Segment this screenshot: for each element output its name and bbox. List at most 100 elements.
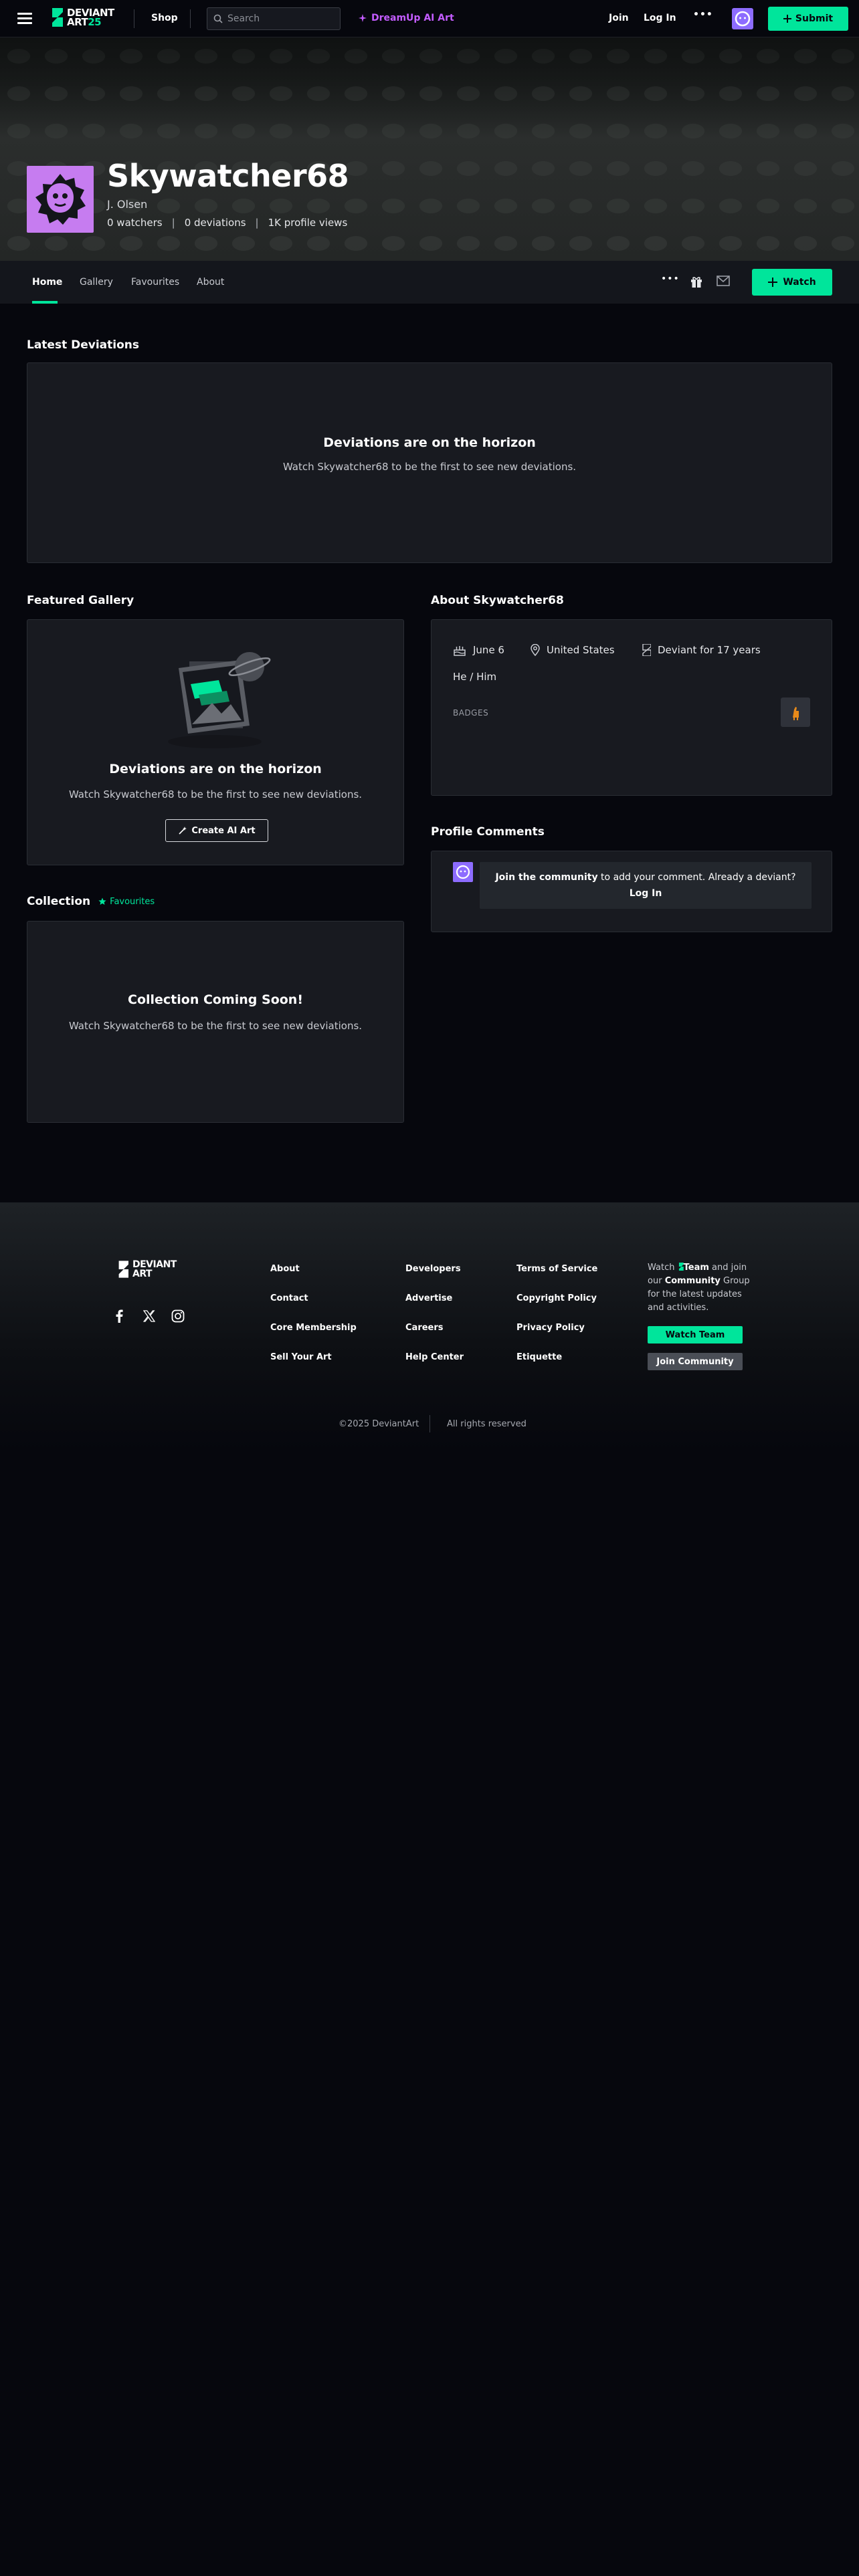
- latest-deviations-card: Deviations are on the horizon Watch Skyw…: [27, 362, 832, 563]
- join-link[interactable]: Join: [609, 13, 629, 23]
- gift-icon[interactable]: [690, 275, 703, 288]
- cake-icon: [454, 646, 466, 656]
- profile-real-name: J. Olsen: [107, 198, 148, 211]
- footer-link-core-membership[interactable]: Core Membership: [270, 1323, 357, 1333]
- logo-mark-icon: [52, 8, 63, 27]
- collection-empty-title: Collection Coming Soon!: [128, 992, 303, 1007]
- footer-link-privacy-policy[interactable]: Privacy Policy: [516, 1323, 585, 1333]
- more-menu-icon[interactable]: •••: [693, 9, 713, 20]
- collection-tag[interactable]: Favourites: [98, 897, 155, 907]
- footer-link-copyright-policy[interactable]: Copyright Policy: [516, 1293, 597, 1303]
- profile-views: 1K profile views: [268, 217, 348, 229]
- featured-gallery-card: Deviations are on the horizon Watch Skyw…: [27, 619, 404, 865]
- profile-tabs: Home Gallery Favourites About •••: [0, 261, 859, 304]
- plus-icon: [768, 278, 778, 287]
- footer-link-careers[interactable]: Careers: [405, 1323, 444, 1333]
- avatar-face-icon: [735, 11, 751, 27]
- message-icon[interactable]: [717, 276, 730, 286]
- collection-header: Collection Favourites: [27, 895, 155, 908]
- join-prompt-text: to add your comment. Already a deviant?: [597, 872, 796, 883]
- latest-empty-subtitle: Watch Skywatcher68 to be the first to se…: [282, 461, 577, 473]
- about-birthday: June 6: [453, 644, 504, 656]
- collection-tag-label: Favourites: [110, 896, 155, 907]
- location-text: United States: [547, 644, 615, 656]
- deviantart-logo-icon: [642, 644, 651, 656]
- user-avatar[interactable]: [732, 8, 753, 29]
- dreamup-label: DreamUp AI Art: [371, 13, 454, 23]
- submit-button[interactable]: Submit: [768, 7, 848, 31]
- about-location: United States: [531, 644, 615, 656]
- rights-text: All rights reserved: [447, 1419, 527, 1429]
- watch-label: Watch: [783, 277, 816, 288]
- avatar-face-icon: [456, 865, 470, 879]
- dreamup-link[interactable]: DreamUp AI Art: [358, 13, 454, 23]
- blurb-team[interactable]: Team: [684, 1263, 709, 1273]
- active-tab-indicator: [32, 301, 58, 304]
- collection-title[interactable]: Collection: [27, 895, 90, 908]
- profile-username: Skywatcher68: [107, 158, 349, 194]
- comments-login-link[interactable]: Log In: [630, 888, 662, 899]
- commenter-avatar: [453, 862, 473, 882]
- featured-empty-subtitle: Watch Skywatcher68 to be the first to se…: [68, 788, 363, 800]
- magic-wand-icon: [179, 827, 187, 835]
- featured-gallery-title[interactable]: Featured Gallery: [27, 594, 134, 607]
- badge-item[interactable]: [781, 697, 810, 727]
- watchers-count[interactable]: 0 watchers: [107, 217, 163, 229]
- sparkle-icon: [359, 13, 367, 22]
- plus-icon: [783, 15, 791, 23]
- blurb-community[interactable]: Community: [665, 1276, 721, 1286]
- logo-mark-icon: [118, 1261, 128, 1278]
- tab-gallery[interactable]: Gallery: [80, 277, 113, 288]
- footer-link-about[interactable]: About: [270, 1264, 300, 1274]
- x-twitter-icon[interactable]: [143, 1310, 155, 1322]
- deviations-count[interactable]: 0 deviations: [185, 217, 246, 229]
- footer-link-sell-your-art[interactable]: Sell Your Art: [270, 1352, 332, 1362]
- create-ai-art-button[interactable]: Create AI Art: [165, 819, 268, 842]
- footer-logo-text-art: ART: [132, 1269, 153, 1279]
- submit-label: Submit: [795, 13, 834, 24]
- tab-about[interactable]: About: [197, 277, 224, 288]
- footer-link-advertise[interactable]: Advertise: [405, 1293, 452, 1303]
- collection-card: Collection Coming Soon! Watch Skywatcher…: [27, 921, 404, 1123]
- search-icon: [213, 14, 223, 23]
- about-membership: Deviant for 17 years: [642, 644, 761, 656]
- facebook-icon[interactable]: [115, 1309, 123, 1323]
- latest-deviations-title[interactable]: Latest Deviations: [27, 338, 139, 352]
- menu-icon[interactable]: [17, 10, 32, 27]
- join-community-link[interactable]: Join the community: [495, 872, 597, 883]
- profile-more-icon[interactable]: •••: [661, 274, 680, 284]
- watch-button[interactable]: Watch: [752, 269, 832, 296]
- llama-badge-icon: [793, 707, 799, 720]
- tab-home[interactable]: Home: [32, 277, 62, 288]
- footer-link-developers[interactable]: Developers: [405, 1264, 461, 1274]
- footer-link-terms[interactable]: Terms of Service: [516, 1264, 597, 1274]
- watch-team-button[interactable]: Watch Team: [648, 1326, 743, 1344]
- footer-logo[interactable]: DEVIANT ART: [116, 1260, 177, 1279]
- top-navigation: DEVIANT ART25 Shop DreamUp AI Art Join L…: [0, 0, 859, 37]
- profile-avatar[interactable]: [27, 166, 94, 233]
- nav-divider: [190, 9, 191, 28]
- search-box[interactable]: [207, 7, 341, 30]
- footer-link-contact[interactable]: Contact: [270, 1293, 308, 1303]
- about-card: June 6 United States Deviant for 17 year…: [431, 619, 832, 796]
- logo-mark-icon: [678, 1263, 684, 1271]
- location-pin-icon: [531, 644, 540, 656]
- stat-separator: |: [255, 217, 259, 229]
- footer-logo-text-deviant: DEVIANT: [132, 1259, 177, 1270]
- footer-link-help-center[interactable]: Help Center: [405, 1352, 464, 1362]
- logo-year: 25: [88, 16, 102, 28]
- profile-comments-title: Profile Comments: [431, 825, 545, 839]
- join-community-button[interactable]: Join Community: [648, 1353, 743, 1370]
- featured-empty-title: Deviations are on the horizon: [109, 762, 322, 776]
- footer-link-etiquette[interactable]: Etiquette: [516, 1352, 562, 1362]
- tab-favourites[interactable]: Favourites: [131, 277, 179, 288]
- login-link[interactable]: Log In: [644, 13, 676, 23]
- instagram-icon[interactable]: [171, 1309, 185, 1323]
- collection-empty-subtitle: Watch Skywatcher68 to be the first to se…: [68, 1020, 363, 1032]
- profile-stats: 0 watchers | 0 deviations | 1K profile v…: [107, 217, 347, 229]
- profile-comments-card: Join the community to add your comment. …: [431, 851, 832, 932]
- deviantart-logo[interactable]: DEVIANT ART25: [50, 8, 114, 27]
- search-input[interactable]: [227, 13, 335, 25]
- about-title[interactable]: About Skywatcher68: [431, 594, 564, 607]
- shop-link[interactable]: Shop: [151, 13, 178, 23]
